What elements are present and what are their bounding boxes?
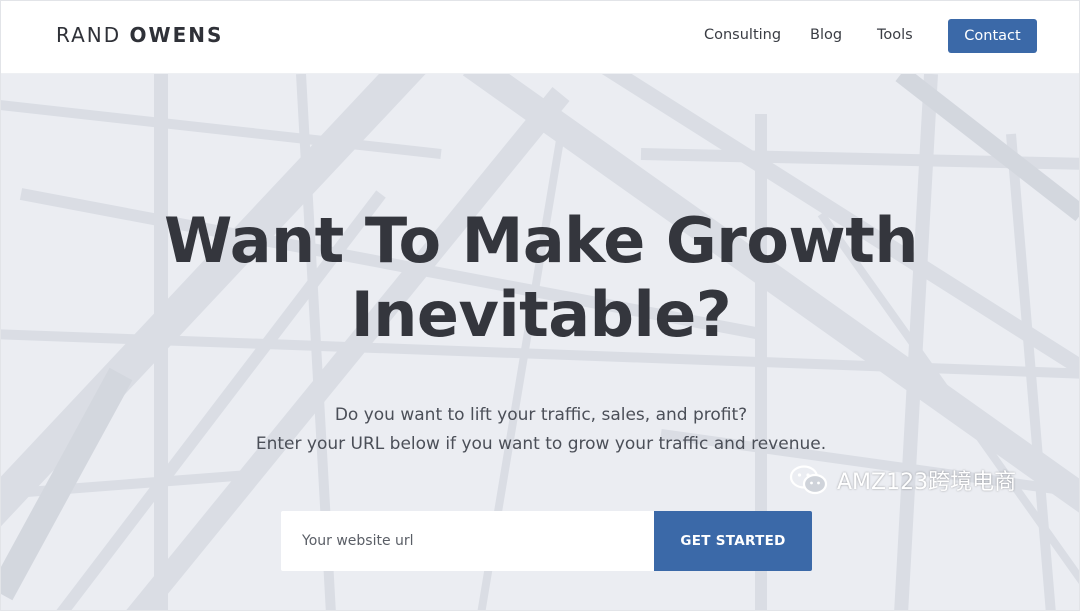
watermark-text: AMZ123跨境电商	[837, 470, 1017, 495]
nav-link-consulting[interactable]: Consulting	[704, 27, 781, 43]
contact-button[interactable]: Contact	[948, 19, 1037, 53]
headline-line-2: Inevitable?	[350, 278, 732, 351]
page-frame: Want To Make Growth Inevitable? Do you w…	[0, 0, 1080, 611]
get-started-button[interactable]: GET STARTED	[654, 511, 812, 571]
nav-link-tools[interactable]: Tools	[877, 27, 913, 43]
hero-subtext-line-1: Do you want to lift your traffic, sales,…	[334, 405, 748, 425]
logo-text-bold: OWENS	[129, 23, 224, 47]
hero-section: Want To Make Growth Inevitable? Do you w…	[1, 74, 1079, 610]
site-header: RAND OWENS Consulting Blog Tools Contact	[1, 1, 1079, 74]
website-url-input[interactable]	[281, 511, 655, 571]
watermark: AMZ123跨境电商	[789, 463, 1016, 497]
wechat-icon	[789, 465, 828, 495]
hero-subtext-line-2: Enter your URL below if you want to grow…	[255, 434, 827, 454]
nav-link-blog[interactable]: Blog	[810, 27, 842, 43]
site-logo[interactable]: RAND OWENS	[56, 23, 223, 47]
hero-headline: Want To Make Growth Inevitable?	[1, 204, 1079, 352]
logo-text-light: RAND	[56, 23, 122, 47]
headline-line-1: Want To Make Growth	[164, 204, 918, 277]
